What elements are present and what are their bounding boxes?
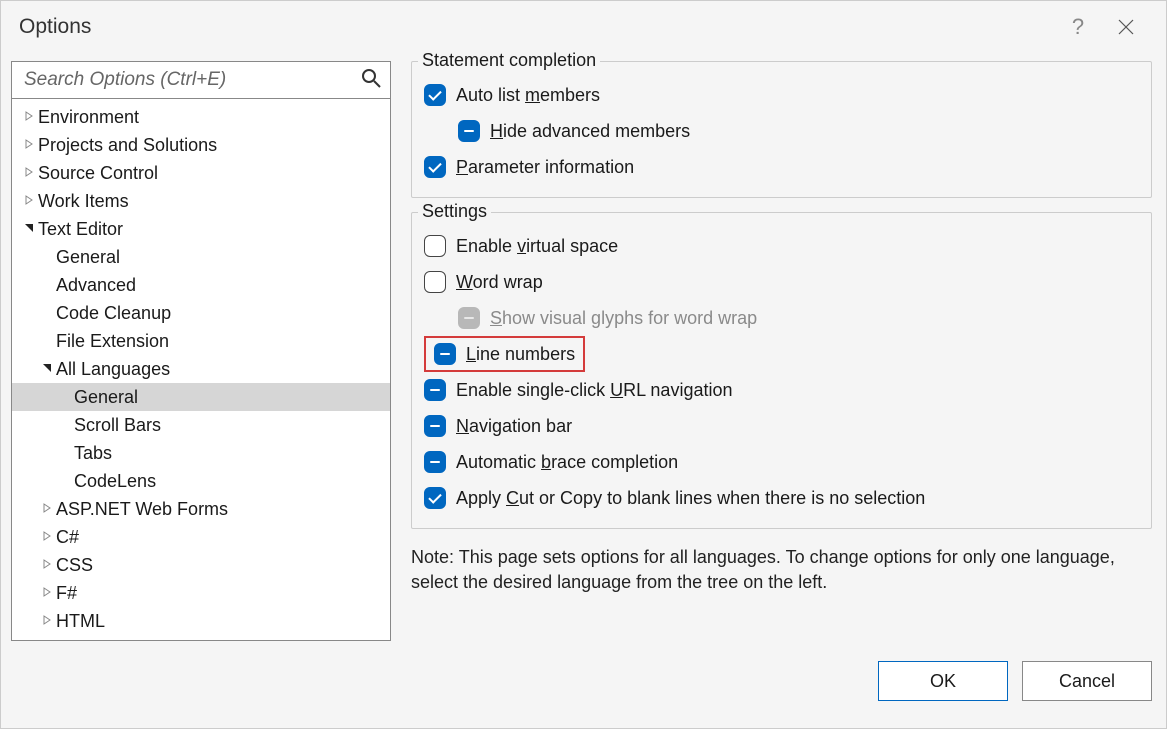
tree-item[interactable]: All Languages (12, 355, 390, 383)
tree-item-label: File Extension (56, 331, 169, 352)
tree-item-label: HTML (56, 611, 105, 632)
tree-item[interactable]: ▷General (12, 383, 390, 411)
tree-item[interactable]: ▷Advanced (12, 271, 390, 299)
option-label: Word wrap (456, 272, 543, 293)
tree-item-label: Tabs (74, 443, 112, 464)
tree-item[interactable]: Source Control (12, 159, 390, 187)
tree-item[interactable]: Environment (12, 103, 390, 131)
tree-item[interactable]: ▷File Extension (12, 327, 390, 355)
tree-item-label: Advanced (56, 275, 136, 296)
tree-expand-icon[interactable] (22, 166, 36, 180)
tree-item[interactable]: ▷Tabs (12, 439, 390, 467)
option-label: Parameter information (456, 157, 634, 178)
tree-item[interactable]: ASP.NET Web Forms (12, 495, 390, 523)
tree-item-label: All Languages (56, 359, 170, 380)
search-box[interactable] (11, 61, 391, 99)
checkbox-paraminfo[interactable] (424, 156, 446, 178)
group-settings: Settings Enable virtual spaceWord wrapSh… (411, 212, 1152, 529)
tree-item-label: C# (56, 527, 79, 548)
tree-item[interactable]: HTML (12, 607, 390, 635)
ok-button[interactable]: OK (878, 661, 1008, 701)
tree-item-label: ASP.NET Web Forms (56, 499, 228, 520)
option-label: Line numbers (466, 344, 575, 365)
option-label: Hide advanced members (490, 121, 690, 142)
option-label: Auto list members (456, 85, 600, 106)
tree-item-label: Source Control (38, 163, 158, 184)
options-tree[interactable]: Environment Projects and Solutions Source … (12, 99, 390, 640)
titlebar: Options ? (1, 1, 1166, 53)
tree-expand-icon[interactable] (22, 110, 36, 124)
tree-expand-icon[interactable] (22, 138, 36, 152)
close-icon (1117, 18, 1135, 36)
checkbox-cutcopy[interactable] (424, 487, 446, 509)
tree-item[interactable]: C# (12, 523, 390, 551)
dialog-footer: OK Cancel (1, 641, 1166, 721)
tree-item-label: General (74, 387, 138, 408)
tree-expand-icon[interactable] (40, 502, 54, 516)
tree-item[interactable]: ▷Code Cleanup (12, 299, 390, 327)
tree-expand-icon[interactable] (40, 586, 54, 600)
tree-item-label: Projects and Solutions (38, 135, 217, 156)
note-text: Note: This page sets options for all lan… (411, 545, 1152, 595)
search-input[interactable] (22, 68, 360, 92)
search-icon[interactable] (360, 67, 382, 94)
option-label: Enable virtual space (456, 236, 618, 257)
option-label: Show visual glyphs for word wrap (490, 308, 757, 329)
option-label: Automatic brace completion (456, 452, 678, 473)
tree-item[interactable]: Projects and Solutions (12, 131, 390, 159)
tree-item-label: Text Editor (38, 219, 123, 240)
tree-item[interactable]: Work Items (12, 187, 390, 215)
highlighted-option: Line numbers (424, 336, 585, 372)
option-label: Enable single-click URL navigation (456, 380, 732, 401)
close-button[interactable] (1102, 3, 1150, 51)
checkbox-autolist[interactable] (424, 84, 446, 106)
group-title: Statement completion (418, 50, 600, 71)
tree-item[interactable]: F# (12, 579, 390, 607)
checkbox-hideadv[interactable] (458, 120, 480, 142)
tree-item-label: F# (56, 583, 77, 604)
checkbox-wordwrap[interactable] (424, 271, 446, 293)
tree-item[interactable]: ▷Scroll Bars (12, 411, 390, 439)
tree-expand-icon[interactable] (22, 194, 36, 208)
tree-item[interactable]: CSS (12, 551, 390, 579)
tree-item-label: Environment (38, 107, 139, 128)
tree-expand-icon[interactable] (40, 362, 54, 376)
option-label: Navigation bar (456, 416, 572, 437)
checkbox-glyphs (458, 307, 480, 329)
tree-item[interactable]: ▷General (12, 243, 390, 271)
group-title: Settings (418, 201, 491, 222)
option-label: Apply Cut or Copy to blank lines when th… (456, 488, 925, 509)
window-title: Options (19, 15, 91, 39)
tree-item-label: General (56, 247, 120, 268)
cancel-button[interactable]: Cancel (1022, 661, 1152, 701)
tree-item-label: Scroll Bars (74, 415, 161, 436)
tree-expand-icon[interactable] (40, 614, 54, 628)
tree-item-label: Code Cleanup (56, 303, 171, 324)
tree-expand-icon[interactable] (22, 222, 36, 236)
tree-item-label: Work Items (38, 191, 129, 212)
tree-item[interactable]: ▷CodeLens (12, 467, 390, 495)
group-statement-completion: Statement completion Auto list membersHi… (411, 61, 1152, 198)
checkbox-linenum[interactable] (434, 343, 456, 365)
tree-item-label: CSS (56, 555, 93, 576)
help-button[interactable]: ? (1054, 3, 1102, 51)
checkbox-navbar[interactable] (424, 415, 446, 437)
tree-item-label: CodeLens (74, 471, 156, 492)
tree-item[interactable]: Text Editor (12, 215, 390, 243)
tree-expand-icon[interactable] (40, 558, 54, 572)
checkbox-virtspace[interactable] (424, 235, 446, 257)
checkbox-brace[interactable] (424, 451, 446, 473)
tree-expand-icon[interactable] (40, 530, 54, 544)
checkbox-urlnav[interactable] (424, 379, 446, 401)
